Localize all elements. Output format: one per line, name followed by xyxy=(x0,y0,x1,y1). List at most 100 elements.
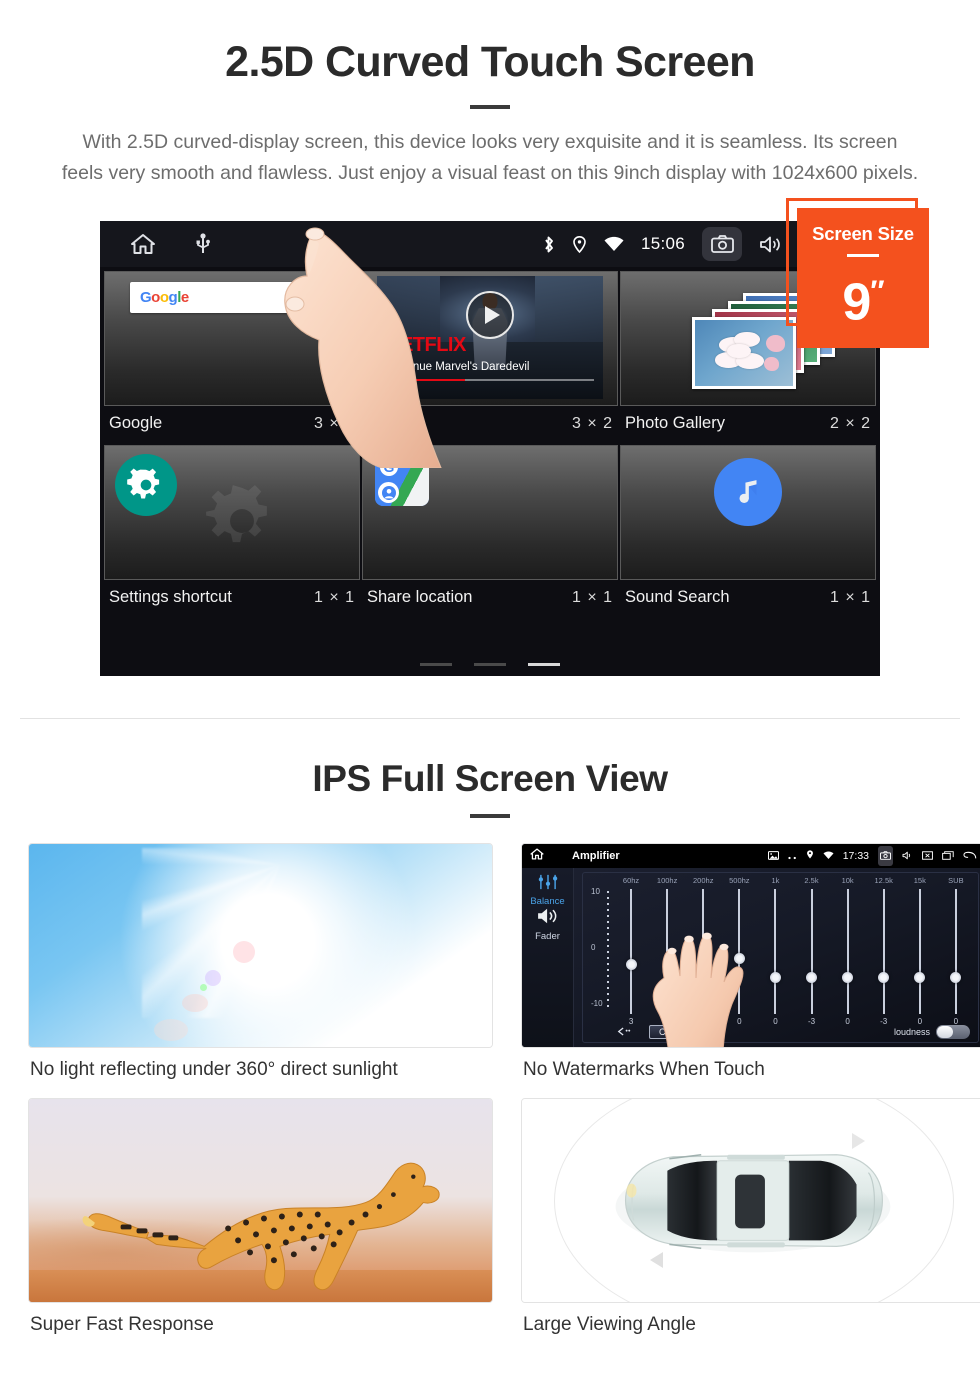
band-label: 10k xyxy=(841,876,854,885)
avatar-badge xyxy=(378,482,399,503)
feature-card-fast-response: Super Fast Response xyxy=(28,1098,493,1336)
google-search-box[interactable]: Google xyxy=(130,282,341,313)
play-icon[interactable] xyxy=(466,291,514,340)
widget-name: Share location xyxy=(367,588,473,606)
eq-slider-sub[interactable] xyxy=(938,889,974,1014)
speaker-icon[interactable] xyxy=(536,908,560,929)
widget-caption: Google 3 × 1 xyxy=(104,406,360,443)
share-location-widget[interactable]: G xyxy=(362,445,618,580)
prev-arrow-icon[interactable] xyxy=(617,1023,631,1041)
page-dot[interactable] xyxy=(474,663,506,666)
band-label: 2.5k xyxy=(804,876,819,885)
screen-size-title: Screen Size xyxy=(812,223,914,244)
google-search-widget[interactable]: Google xyxy=(104,271,360,406)
google-maps-icon[interactable]: G xyxy=(375,454,429,506)
volume-icon[interactable] xyxy=(759,235,782,254)
google-logo: Google xyxy=(140,289,189,306)
screen-size-badge: Screen Size 9″ xyxy=(797,208,929,348)
lens-flare xyxy=(232,941,255,964)
widget-caption: Share location 1 × 1 xyxy=(362,580,618,617)
widget-cell-settings-shortcut[interactable]: Settings shortcut 1 × 1 xyxy=(104,445,360,617)
section-paragraph: With 2.5D curved-display screen, this de… xyxy=(61,131,919,184)
band-label: SUB xyxy=(948,876,964,885)
loudness-toggle[interactable] xyxy=(936,1025,970,1039)
widget-cell-share-location[interactable]: G Share location 1 × 1 xyxy=(362,445,618,617)
eq-slider-12.5k[interactable] xyxy=(866,889,902,1014)
scale-mid: 0 xyxy=(591,942,596,952)
widget-size: 1 × 1 xyxy=(571,588,613,606)
home-icon[interactable] xyxy=(130,233,156,255)
scale-bottom: -10 xyxy=(591,998,603,1008)
widget-size: 2 × 2 xyxy=(829,414,871,432)
feature-card-viewing-angle: Large Viewing Angle xyxy=(521,1098,980,1336)
widget-size: 1 × 1 xyxy=(313,588,355,606)
lens-flare xyxy=(154,1018,188,1041)
widget-caption: Settings shortcut 1 × 1 xyxy=(104,580,360,617)
close-box-icon[interactable] xyxy=(922,847,933,865)
widget-cell-sound-search[interactable]: Sound Search 1 × 1 xyxy=(620,445,876,617)
widget-caption: Netflix 3 × 2 xyxy=(362,406,618,443)
widget-cell-netflix[interactable]: NETFLIX Continue Marvel's Daredevil Netf… xyxy=(362,271,618,443)
netflix-progress-bar xyxy=(386,378,594,381)
feature-card-label: Super Fast Response xyxy=(30,1314,214,1335)
gear-watermark-icon xyxy=(206,485,268,543)
widget-name: Photo Gallery xyxy=(625,414,725,432)
widget-size: 1 × 1 xyxy=(829,588,871,606)
amplifier-title: Amplifier xyxy=(572,850,620,862)
fader-label: Fader xyxy=(535,931,560,942)
settings-shortcut-widget[interactable] xyxy=(104,445,360,580)
widget-caption: Sound Search 1 × 1 xyxy=(620,580,876,617)
sunlight-sky-photo xyxy=(28,843,493,1048)
usb-icon[interactable] xyxy=(196,233,210,255)
page-title: 2.5D Curved Touch Screen xyxy=(225,38,755,86)
location-pin-icon xyxy=(572,235,587,254)
loudness-label: loudness xyxy=(893,1027,930,1037)
eq-slider-2.5k[interactable] xyxy=(793,889,829,1014)
band-label: 12.5k xyxy=(874,876,893,885)
sun-glare xyxy=(117,844,418,1047)
camera-icon[interactable] xyxy=(878,846,893,866)
widget-cell-google[interactable]: Google Google 3 × 1 xyxy=(104,271,360,443)
feature-card-sunlight: No light reflecting under 360° direct su… xyxy=(28,843,493,1081)
volume-icon[interactable] xyxy=(902,847,913,865)
amplifier-sidebar: Balance Fader xyxy=(522,868,574,1047)
page-dot-active[interactable] xyxy=(528,663,560,666)
scale-top: 10 xyxy=(591,887,600,896)
band-label: 15k xyxy=(913,876,926,885)
sliders-icon[interactable] xyxy=(537,874,559,894)
more-icon[interactable] xyxy=(788,847,797,865)
netflix-widget[interactable]: NETFLIX Continue Marvel's Daredevil xyxy=(362,271,618,406)
page-dot[interactable] xyxy=(420,663,452,666)
feature-card-label: No light reflecting under 360° direct su… xyxy=(30,1059,398,1080)
back-icon[interactable] xyxy=(963,847,977,865)
music-note-icon[interactable] xyxy=(714,458,782,526)
android-device-screen: 15:06 Google Google 3 × 1 NETFLIX Contin… xyxy=(100,221,880,676)
widget-name: Sound Search xyxy=(625,588,730,606)
widget-name: Settings shortcut xyxy=(109,588,232,606)
location-pin-icon xyxy=(806,847,814,865)
balance-label: Balance xyxy=(530,896,565,907)
car-top-view-illustration xyxy=(521,1098,980,1303)
google-g-badge: G xyxy=(380,458,398,476)
home-icon[interactable] xyxy=(530,847,544,865)
status-clock: 15:06 xyxy=(640,234,685,253)
sound-search-widget[interactable] xyxy=(620,445,876,580)
cheetah-silhouette xyxy=(82,1162,440,1291)
netflix-subtitle: Continue Marvel's Daredevil xyxy=(386,361,530,373)
recents-icon[interactable] xyxy=(942,847,954,865)
band-label: 200hz xyxy=(693,876,714,885)
eq-slider-15k[interactable] xyxy=(902,889,938,1014)
eq-slider-10k[interactable] xyxy=(830,889,866,1014)
amplifier-status-bar: Amplifier 17:33 xyxy=(522,844,980,868)
screen-size-unit: ″ xyxy=(870,275,884,308)
ips-title-underline xyxy=(470,814,510,818)
gallery-icon[interactable] xyxy=(767,847,779,865)
camera-icon[interactable] xyxy=(702,227,742,261)
wifi-icon xyxy=(604,236,624,253)
title-underline xyxy=(470,105,510,109)
widget-caption: Photo Gallery 2 × 2 xyxy=(620,406,876,443)
equalizer-panel: Balance Fader 60hz 100hz 200hz 500hz 1k … xyxy=(522,868,980,1047)
gear-icon[interactable] xyxy=(115,454,177,516)
widget-size: 3 × 2 xyxy=(571,414,613,432)
microphone-icon[interactable] xyxy=(320,288,331,308)
